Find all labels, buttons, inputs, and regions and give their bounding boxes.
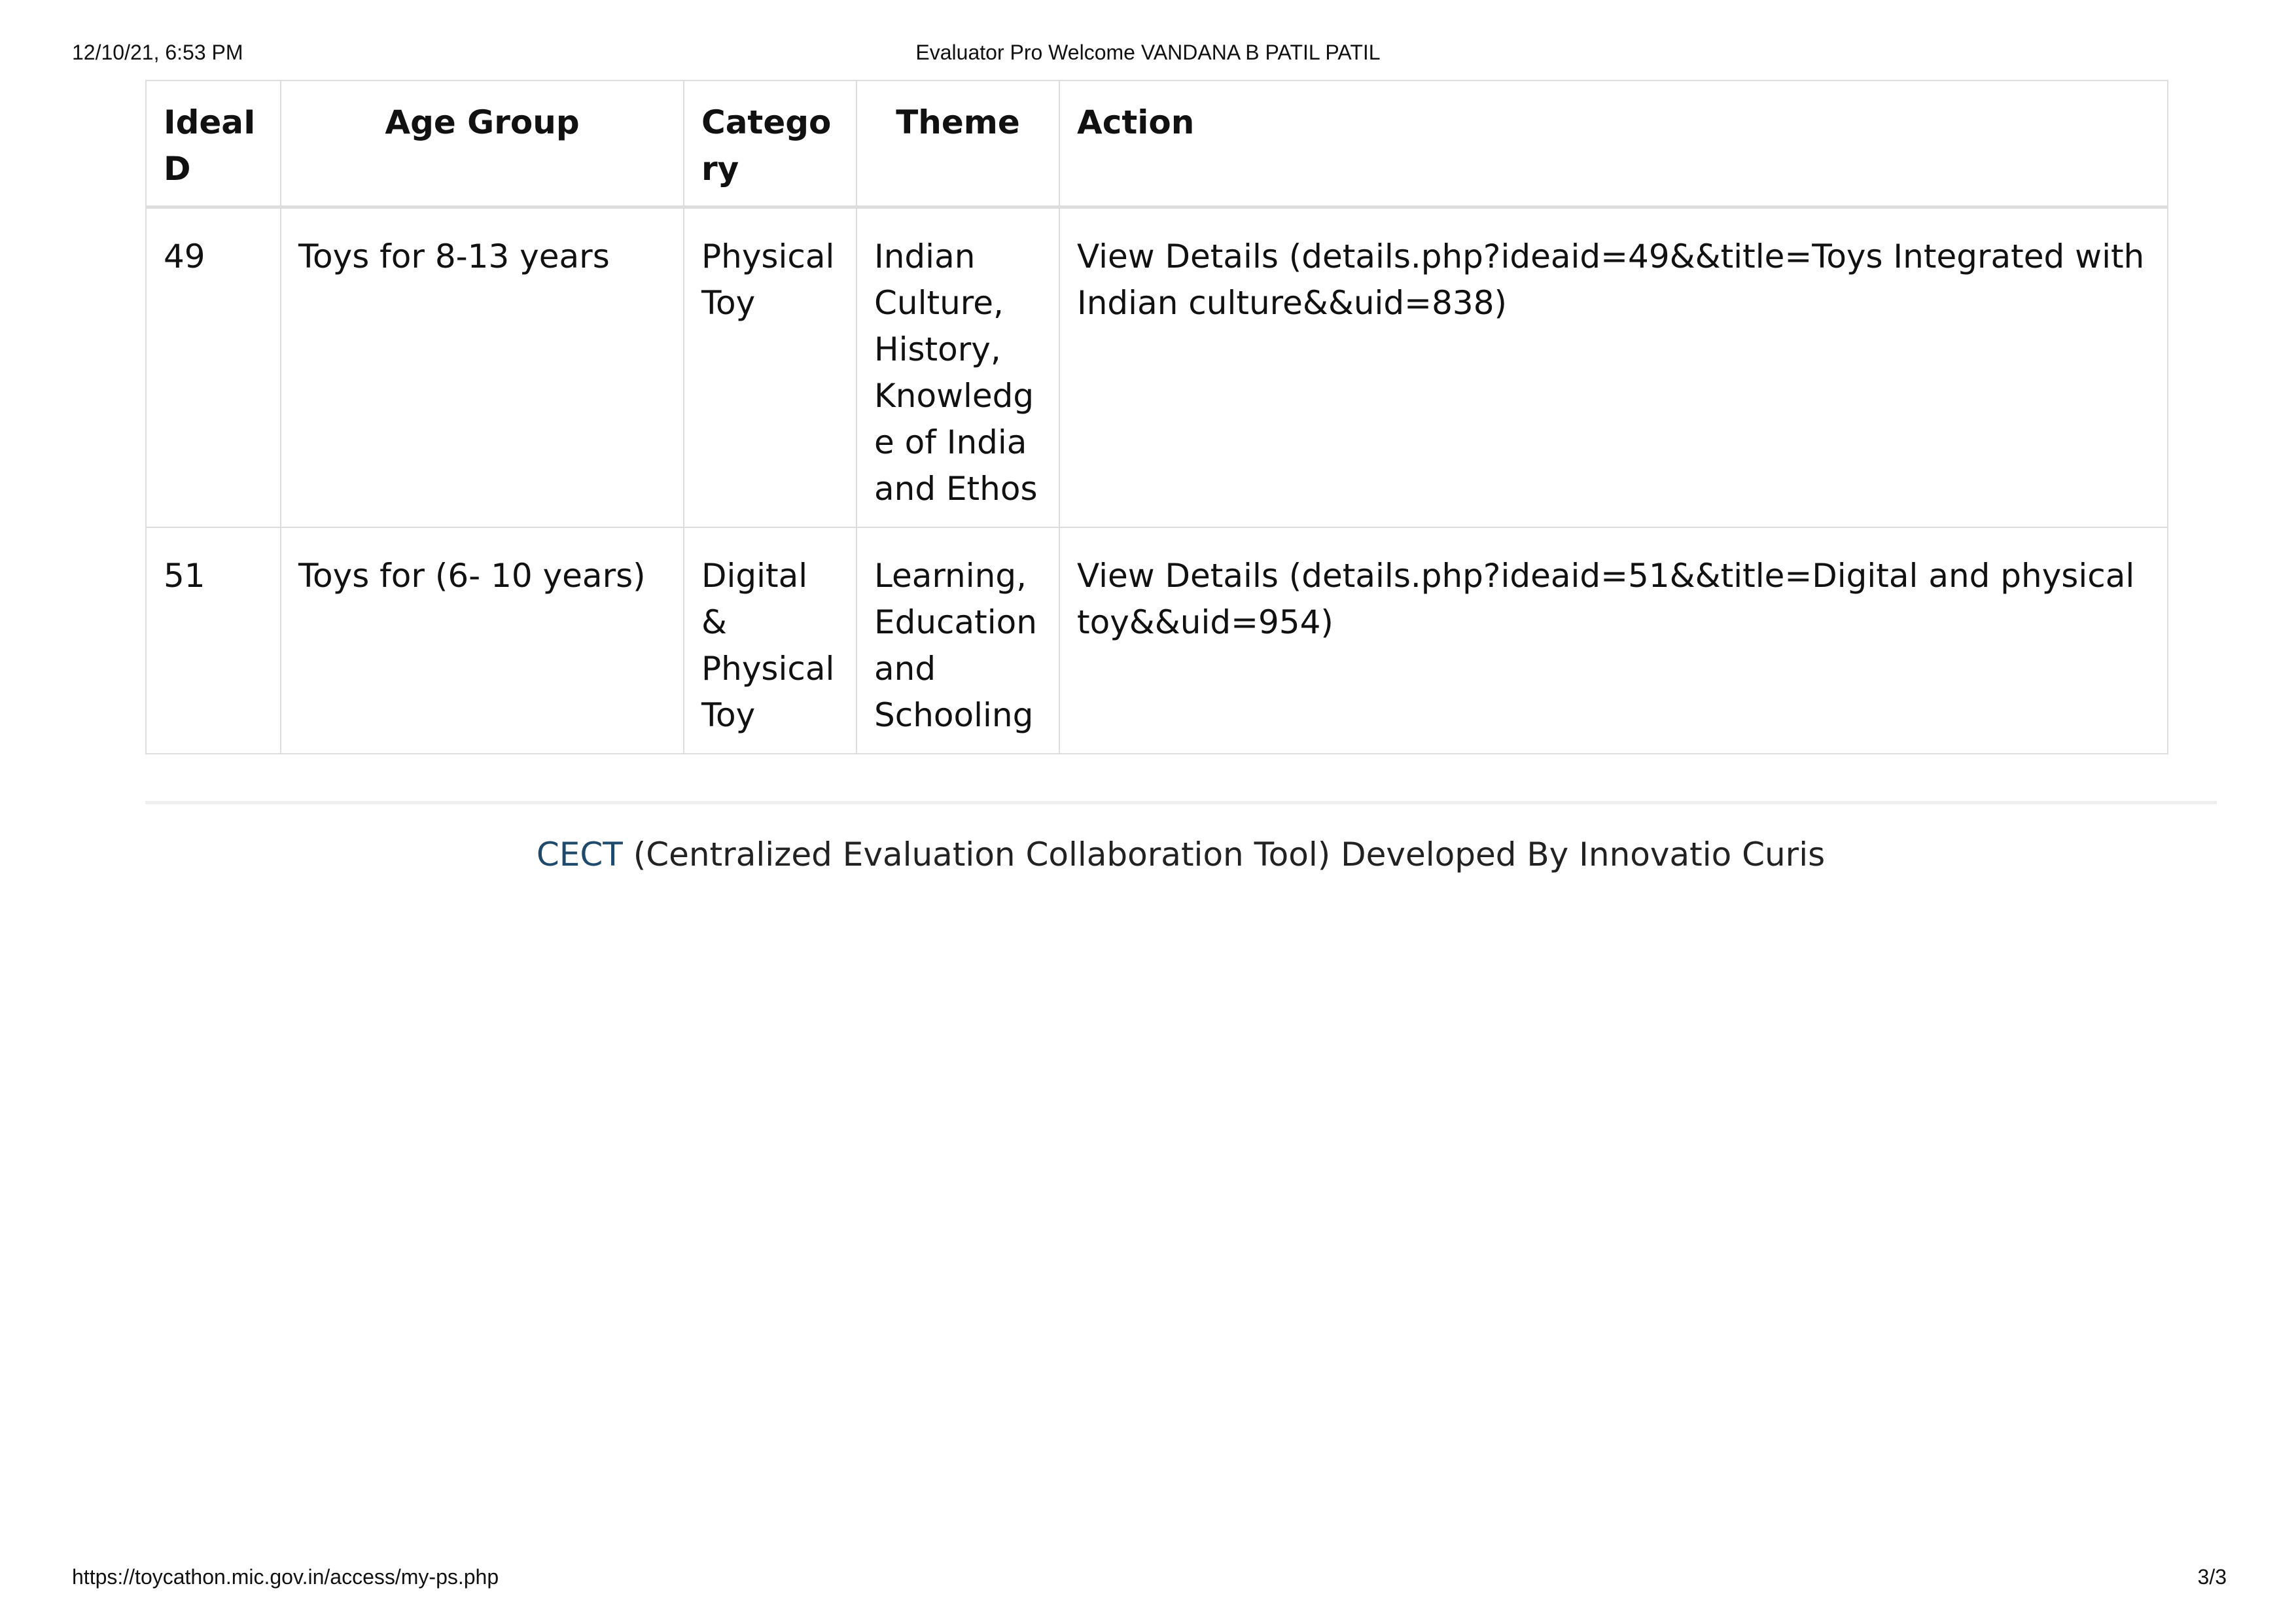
header-idea-id: IdeaID bbox=[145, 80, 281, 209]
print-footer-page-number: 3/3 bbox=[2197, 1565, 2227, 1589]
cell-age-group: Toys for 8-13 years bbox=[280, 206, 684, 528]
cell-idea-id: 51 bbox=[145, 527, 281, 754]
table-row: 51 Toys for (6- 10 years) Digital & Phys… bbox=[145, 527, 2168, 754]
cell-theme: Indian Culture, History, Knowledge of In… bbox=[856, 206, 1060, 528]
table-header-row: IdeaID Age Group Category Theme Action bbox=[145, 80, 2168, 209]
cell-idea-id: 49 bbox=[145, 206, 281, 528]
site-footer: CECT (Centralized Evaluation Collaborati… bbox=[0, 836, 2296, 873]
cell-action-view-details[interactable]: View Details (details.php?ideaid=49&&tit… bbox=[1059, 206, 2168, 528]
header-theme: Theme bbox=[856, 80, 1060, 209]
footer-divider bbox=[145, 801, 2217, 804]
print-header-title: Evaluator Pro Welcome VANDANA B PATIL PA… bbox=[915, 41, 1381, 64]
table-row: 49 Toys for 8-13 years Physical Toy Indi… bbox=[145, 206, 2168, 528]
footer-credit-text: (Centralized Evaluation Collaboration To… bbox=[633, 836, 1826, 873]
print-footer-url: https://toycathon.mic.gov.in/access/my-p… bbox=[72, 1565, 499, 1589]
ideas-table: IdeaID Age Group Category Theme Action 4… bbox=[145, 80, 2168, 754]
footer-brand-link[interactable]: CECT bbox=[537, 836, 623, 873]
cell-category: Physical Toy bbox=[683, 206, 857, 528]
header-age-group: Age Group bbox=[280, 80, 684, 209]
cell-age-group: Toys for (6- 10 years) bbox=[280, 527, 684, 754]
header-category: Category bbox=[683, 80, 857, 209]
cell-action-view-details[interactable]: View Details (details.php?ideaid=51&&tit… bbox=[1059, 527, 2168, 754]
header-action: Action bbox=[1059, 80, 2168, 209]
cell-theme: Learning, Education and Schooling bbox=[856, 527, 1060, 754]
cell-category: Digital & Physical Toy bbox=[683, 527, 857, 754]
